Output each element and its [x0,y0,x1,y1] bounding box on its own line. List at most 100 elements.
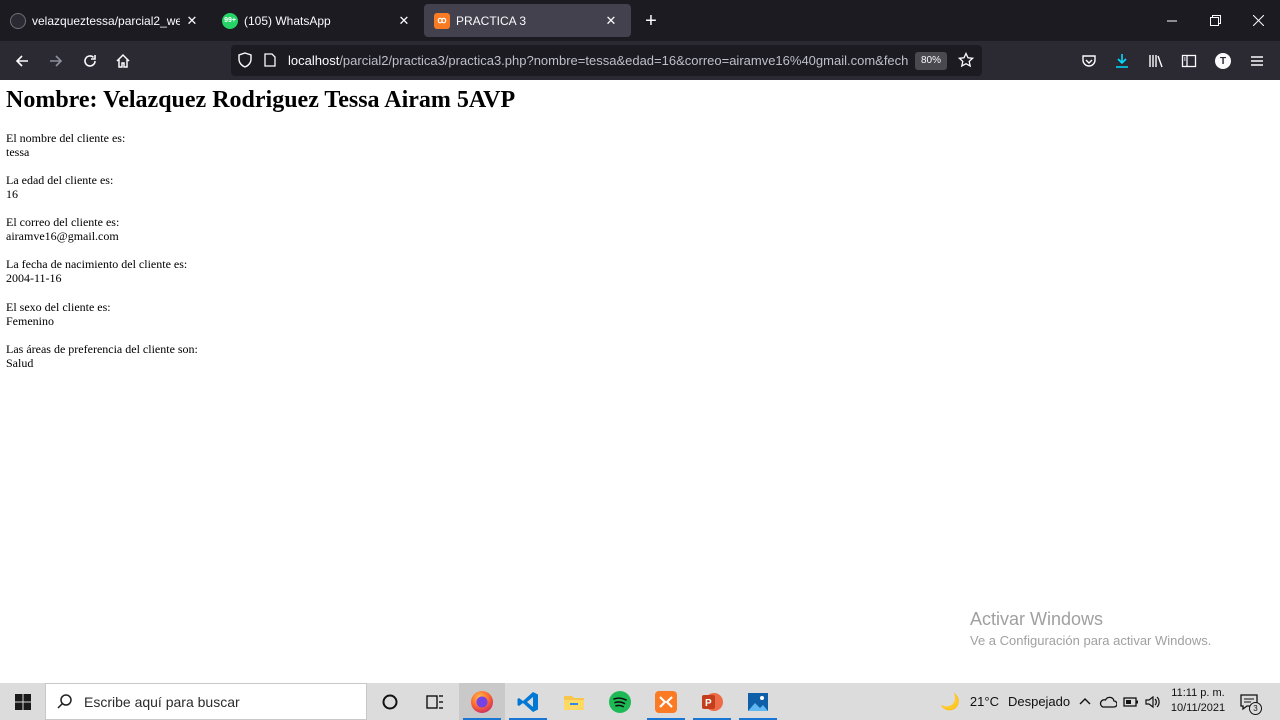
whatsapp-badge: 99+ [224,17,236,24]
whatsapp-icon: 99+ [222,12,238,29]
windows-logo-icon [14,693,31,710]
task-view-button[interactable] [412,683,458,720]
tab-title: velazqueztessa/parcial2_web [32,13,180,28]
clock-time: 11:11 p. m. [1171,687,1225,699]
battery-icon [1123,696,1138,707]
notification-count: 3 [1249,702,1262,715]
xampp-icon [655,690,677,713]
taskbar-vscode[interactable] [505,683,551,720]
taskbar-xampp[interactable] [643,683,689,720]
url-text[interactable]: localhost/parcial2/practica3/practica3.p… [288,45,908,76]
weather-description: Despejado [1007,694,1071,709]
field-value: Salud [6,356,34,370]
forward-arrow-icon [50,55,63,67]
onedrive-button[interactable] [1099,683,1117,720]
pocket-icon [1082,55,1096,67]
field-value: Femenino [6,314,54,328]
weather-widget[interactable]: 🌙 21°C Despejado [940,683,1070,720]
start-button[interactable] [0,683,45,720]
volume-button[interactable] [1145,683,1161,720]
nav-toolbar: localhost/parcial2/practica3/practica3.p… [0,41,1280,80]
photos-icon [748,692,768,711]
show-hidden-icons-button[interactable] [1078,683,1092,720]
tab-title: (105) WhatsApp [244,13,331,28]
taskbar: Escribe aquí para buscar P 🌙 21°C Despej… [0,683,1280,720]
field-label: El correo del cliente es: [6,215,120,229]
taskbar-search[interactable]: Escribe aquí para buscar [45,683,367,720]
url-path: /parcial2/practica3/practica3.php?nombre… [339,53,908,68]
library-button[interactable] [1142,47,1170,75]
field-value: tessa [6,145,30,159]
close-tab-icon[interactable]: ✕ [599,9,623,33]
close-tab-icon[interactable]: ✕ [180,9,204,33]
reload-icon [84,55,96,67]
account-button[interactable]: T [1209,47,1237,75]
account-initial: T [1219,55,1227,67]
taskbar-firefox[interactable] [459,683,505,720]
taskbar-file-explorer[interactable] [551,683,597,720]
field-value: 2004-11-16 [6,271,62,285]
notifications-button[interactable]: 3 [1240,683,1262,720]
taskbar-clock[interactable]: 11:11 p. m. 10/11/2021 [1165,686,1231,716]
home-button[interactable] [109,47,137,75]
taskbar-powerpoint[interactable]: P [689,683,735,720]
tab-title: PRACTICA 3 [456,13,527,28]
field-label: La fecha de nacimiento del cliente es: [6,257,188,271]
cortana-button[interactable] [367,683,413,720]
battery-button[interactable] [1123,683,1139,720]
watermark-subtitle: Ve a Configuración para activar Windows. [970,633,1212,648]
watermark-title: Activar Windows [970,609,1104,629]
activation-watermark: Activar Windows Ve a Configuración para … [970,609,1211,648]
moon-icon: 🌙 [940,693,960,711]
close-tab-icon[interactable]: ✕ [392,9,416,33]
taskbar-spotify[interactable] [597,683,643,720]
taskbar-photos[interactable] [735,683,781,720]
url-host: localhost [288,53,340,68]
tab-github[interactable]: velazqueztessa/parcial2_web ✕ [0,0,212,41]
powerpoint-icon: P [702,692,723,711]
field-label: El nombre del cliente es: [6,131,126,145]
tab-whatsapp[interactable]: 99+ (105) WhatsApp ✕ [212,0,424,41]
new-tab-button[interactable]: + [638,8,664,34]
shield-icon[interactable] [237,52,253,68]
zoom-indicator[interactable]: 80% [915,52,948,70]
field-label: Las áreas de preferencia del cliente son… [6,342,198,356]
field-label: El sexo del cliente es: [6,300,111,314]
url-bar[interactable]: localhost/parcial2/practica3/practica3.p… [231,45,982,76]
close-window-button[interactable] [1237,0,1279,41]
tab-practica-3[interactable]: ꝏ PRACTICA 3 ✕ [424,4,631,37]
file-explorer-icon [564,695,584,710]
pocket-button[interactable] [1075,47,1103,75]
weather-temperature: 21°C [969,694,999,709]
restore-button[interactable] [1194,0,1236,41]
tab-strip: velazqueztessa/parcial2_web ✕ 99+ (105) … [0,0,1280,41]
back-button[interactable] [8,47,36,75]
sidebar-button[interactable] [1175,47,1203,75]
github-icon [10,12,26,29]
field-correo: El correo del cliente es: airamve16@gmai… [6,215,119,243]
xampp-icon: ꝏ [434,12,450,29]
minimize-button[interactable] [1151,0,1193,41]
field-label: La edad del cliente es: [6,173,114,187]
forward-button[interactable] [42,47,70,75]
restore-icon [1209,15,1221,26]
cortana-icon [382,694,398,709]
speaker-icon [1145,695,1160,708]
hamburger-menu-icon [1251,56,1263,66]
page-info-icon[interactable] [264,53,276,67]
menu-button[interactable] [1243,47,1271,75]
field-edad: La edad del cliente es: 16 [6,173,113,201]
reload-button[interactable] [76,47,104,75]
library-icon [1149,55,1163,68]
search-placeholder: Escribe aquí para buscar [84,693,240,710]
task-view-icon [426,694,443,709]
sidebar-icon [1181,54,1197,68]
vscode-icon [517,691,538,712]
minimize-icon [1167,20,1177,21]
field-value: airamve16@gmail.com [6,229,119,243]
close-icon [1252,15,1264,26]
firefox-icon [471,690,493,713]
bookmark-star-icon[interactable] [958,52,974,68]
downloads-button[interactable] [1108,47,1136,75]
home-icon [116,53,130,68]
